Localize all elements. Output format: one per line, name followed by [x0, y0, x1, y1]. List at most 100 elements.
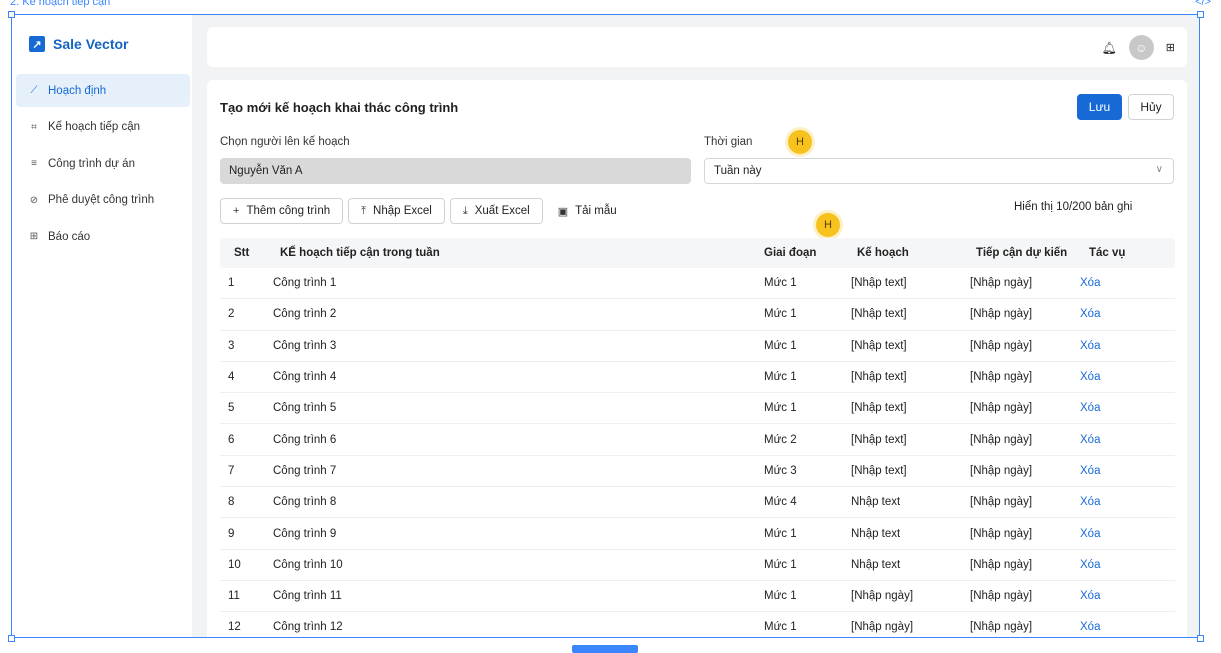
arrow-up-right-icon: ↗: [29, 36, 45, 52]
delete-link[interactable]: Xóa: [1075, 340, 1175, 352]
table-row: 3 Công trình 3 Mức 1 [Nhập text] [Nhập ngày]…: [220, 331, 1175, 362]
sidebar: ↗ Sale Vector ⟋ Hoạch định ⌗ Kế hoạch ti…: [12, 15, 192, 637]
apps-grid-icon[interactable]: ⊞: [1166, 41, 1175, 54]
save-button[interactable]: Lưu: [1077, 94, 1122, 120]
stage: Mức 1: [764, 590, 797, 603]
export-excel-button[interactable]: ⤓ Xuất Excel: [449, 198, 543, 224]
delete-link[interactable]: Xóa: [1075, 559, 1175, 571]
time-label: Thời gian: [704, 136, 753, 148]
plan-cell: [Nhập text]: [851, 464, 907, 477]
row-index: 1: [228, 277, 235, 290]
row-index: 7: [228, 464, 235, 477]
comment-marker[interactable]: H: [788, 130, 812, 154]
row-index: 12: [228, 621, 241, 634]
download-template-button[interactable]: ▣ Tải mẫu: [547, 198, 627, 224]
code-icon[interactable]: </>: [1195, 0, 1211, 8]
stage: Mức 1: [764, 558, 797, 571]
add-project-label: Thêm công trình: [246, 205, 331, 217]
delete-link[interactable]: Xóa: [1075, 496, 1175, 508]
sidebar-item-bao-cao[interactable]: ⊞ Báo cáo: [16, 220, 190, 253]
import-excel-button[interactable]: ⤒ Nhập Excel: [348, 198, 445, 224]
person-field[interactable]: Nguyễn Văn A: [220, 158, 691, 184]
stage: Mức 3: [764, 464, 797, 477]
plan-cell: [Nhập text]: [851, 308, 907, 321]
row-index: 6: [228, 433, 235, 446]
plan-cell: Nhập text: [851, 527, 901, 540]
delete-link[interactable]: Xóa: [1075, 621, 1175, 633]
delete-link[interactable]: Xóa: [1075, 528, 1175, 540]
expected-date: [Nhập ngày]: [970, 558, 1033, 571]
delete-link[interactable]: Xóa: [1075, 465, 1175, 477]
brand[interactable]: ↗ Sale Vector: [29, 36, 129, 52]
plus-icon: +: [233, 205, 240, 217]
file-icon: ▣: [557, 205, 569, 218]
record-count: Hiển thị 10/200 bản ghi: [1014, 201, 1133, 213]
row-index: 2: [228, 308, 235, 321]
plan-cell: [Nhập ngày]: [851, 590, 914, 603]
sidebar-item-label: Báo cáo: [48, 230, 91, 243]
stage: Mức 1: [764, 402, 797, 415]
project-name: Công trình 12: [273, 621, 343, 634]
project-name: Công trình 2: [273, 308, 337, 321]
row-index: 10: [228, 558, 241, 571]
project-name: Công trình 9: [273, 527, 337, 540]
project-name: Công trình 6: [273, 433, 337, 446]
project-name: Công trình 4: [273, 371, 337, 384]
delete-link[interactable]: Xóa: [1075, 277, 1175, 289]
row-index: 9: [228, 527, 235, 540]
comment-marker[interactable]: H: [816, 213, 840, 237]
delete-link[interactable]: Xóa: [1075, 371, 1175, 383]
project-name: Công trình 8: [273, 496, 337, 509]
expected-date: [Nhập ngày]: [970, 339, 1033, 352]
table-row: 5 Công trình 5 Mức 1 [Nhập text] [Nhập ngày]…: [220, 393, 1175, 425]
plan-cell: [Nhập text]: [851, 433, 907, 446]
bell-icon[interactable]: 🔔︎: [1102, 41, 1117, 55]
stage: Mức 1: [764, 527, 797, 540]
frame-icon: ⌗: [31, 121, 37, 133]
table-row: 7 Công trình 7 Mức 3 [Nhập text] [Nhập ngày]…: [220, 456, 1175, 488]
resize-handle[interactable]: [1197, 635, 1204, 642]
project-name: Công trình 10: [273, 558, 343, 571]
sidebar-item-label: Kế hoạch tiếp cận: [48, 121, 141, 133]
table-row: 4 Công trình 4 Mức 1 [Nhập text] [Nhập ngày]…: [220, 362, 1175, 394]
resize-handle[interactable]: [1197, 11, 1204, 18]
time-select[interactable]: Tuần này ∨: [704, 158, 1174, 184]
row-index: 4: [228, 371, 235, 384]
expected-date: [Nhập ngày]: [970, 496, 1033, 509]
page-title: Tạo mới kế hoạch khai thác công trình: [220, 100, 459, 115]
user-avatar-icon[interactable]: ☺: [1128, 35, 1154, 60]
import-excel-label: Nhập Excel: [373, 205, 432, 217]
row-index: 3: [228, 339, 235, 352]
delete-link[interactable]: Xóa: [1075, 434, 1175, 446]
topbar-actions: 🔔︎ ☺ ⊞: [1102, 35, 1175, 60]
project-name: Công trình 11: [273, 590, 342, 603]
table-row: 8 Công trình 8 Mức 4 Nhập text [Nhập ngày] Xó…: [220, 487, 1175, 519]
sidebar-item-cong-trinh-du-an[interactable]: ≡ Công trình dự án: [16, 147, 190, 180]
project-name: Công trình 7: [273, 464, 337, 477]
table-row: 10 Công trình 10 Mức 1 Nhập text [Nhập ngày]…: [220, 550, 1175, 581]
add-project-button[interactable]: + Thêm công trình: [220, 198, 344, 224]
stage: Mức 1: [764, 621, 797, 634]
resize-handle[interactable]: [8, 11, 15, 18]
delete-link[interactable]: Xóa: [1075, 308, 1175, 320]
expected-date: [Nhập ngày]: [970, 402, 1033, 415]
sidebar-item-ke-hoach-tiep-can[interactable]: ⌗ Kế hoạch tiếp cận: [16, 111, 190, 144]
plan-cell: [Nhập text]: [851, 371, 907, 384]
delete-link[interactable]: Xóa: [1075, 590, 1175, 602]
delete-link[interactable]: Xóa: [1075, 402, 1175, 414]
resize-handle[interactable]: [8, 635, 15, 642]
cancel-button[interactable]: Hủy: [1128, 94, 1174, 120]
project-name: Công trình 1: [273, 277, 337, 290]
table-row: 1 Công trình 1 Mức 1 [Nhập text] [Nhập ngày]…: [220, 268, 1175, 300]
sidebar-item-phe-duyet-cong-trinh[interactable]: ⊘ Phê duyệt công trình: [16, 184, 190, 217]
table-toolbar: + Thêm công trình ⤒ Nhập Excel ⤓ Xuất Ex…: [220, 198, 627, 224]
bar-chart-icon: ⊞: [29, 231, 39, 242]
column-header: Kế hoạch: [857, 247, 909, 259]
app-frame: ↗ Sale Vector ⟋ Hoạch định ⌗ Kế hoạch ti…: [11, 14, 1200, 638]
expected-date: [Nhập ngày]: [970, 277, 1033, 290]
expected-date: [Nhập ngày]: [970, 433, 1033, 446]
sidebar-item-hoach-dinh[interactable]: ⟋ Hoạch định: [16, 74, 190, 107]
table-body: 1 Công trình 1 Mức 1 [Nhập text] [Nhập ngày]…: [220, 268, 1175, 637]
sidebar-nav: ⟋ Hoạch định ⌗ Kế hoạch tiếp cận ≡ Công …: [16, 74, 190, 257]
chevron-down-icon: ∨: [1155, 164, 1163, 175]
